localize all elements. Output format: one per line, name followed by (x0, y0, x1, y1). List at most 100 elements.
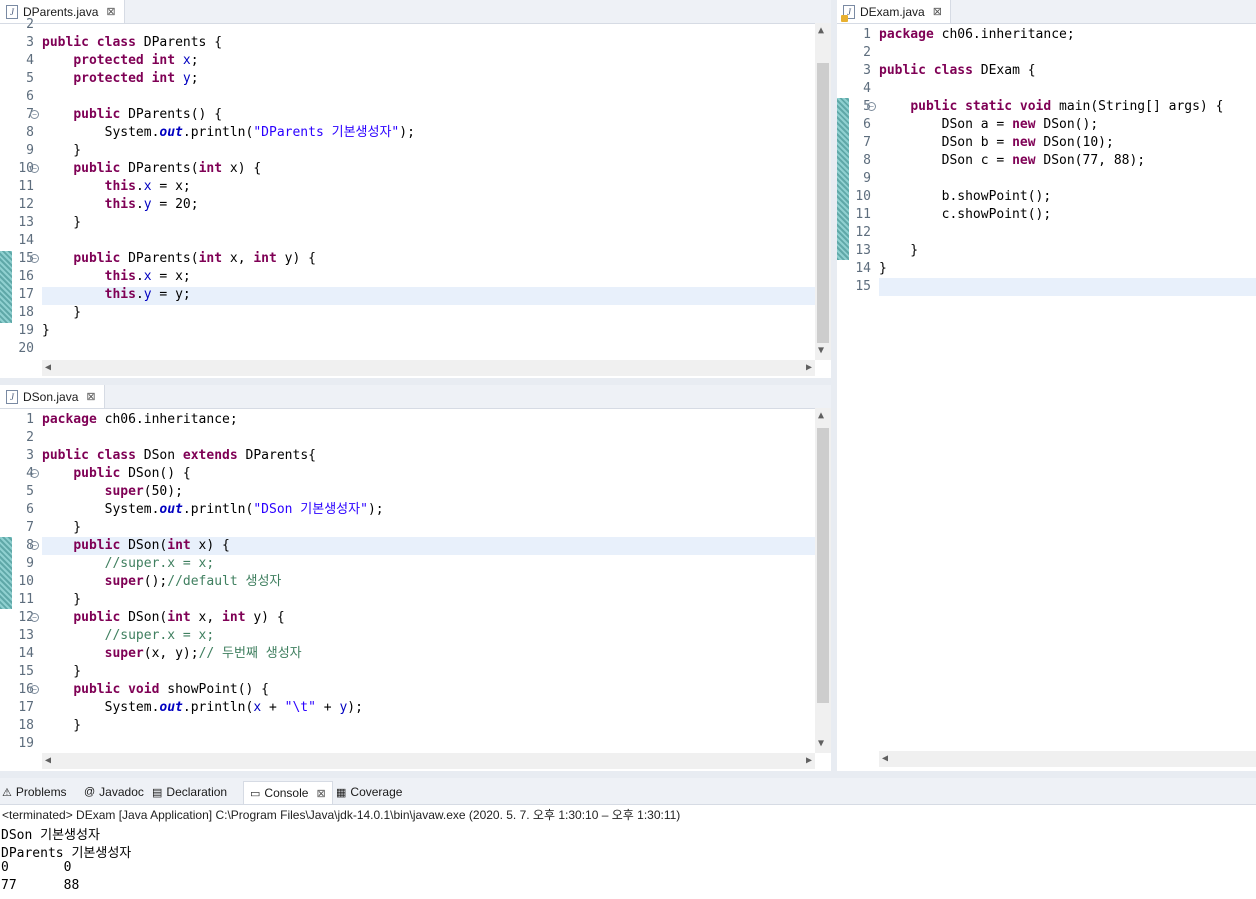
code-line[interactable]: this.x = x; (42, 178, 191, 196)
code-line[interactable]: super();//default 생성자 (42, 573, 282, 591)
code-line[interactable]: } (42, 519, 81, 537)
fold-toggle-icon[interactable]: − (30, 254, 39, 263)
code-editor-dson[interactable]: ▲ ▼ ◀ ▶ 1 package ch06.inheritance; 2 3 publ… (0, 408, 831, 771)
fold-toggle-icon[interactable]: − (30, 613, 39, 622)
code-line[interactable]: DSon a = new DSon(); (879, 116, 1099, 134)
scroll-down-icon[interactable]: ▼ (818, 345, 824, 356)
line-number: 5 (26, 484, 34, 499)
fold-toggle-icon[interactable]: − (30, 164, 39, 173)
vertical-scrollbar[interactable]: ▲ ▼ (815, 408, 831, 753)
line-number: 13 (18, 628, 34, 643)
code-line[interactable]: package ch06.inheritance; (42, 411, 238, 429)
code-line[interactable]: public DSon() { (42, 465, 190, 483)
fold-toggle-icon[interactable]: − (30, 469, 39, 478)
code-line[interactable]: //super.x = x; (42, 627, 215, 645)
tab-label: DExam.java (860, 4, 925, 19)
line-number: 15 (18, 251, 34, 266)
console-output-line: 77 88 (1, 878, 80, 893)
code-line[interactable]: } (42, 214, 81, 232)
code-line[interactable]: } (879, 242, 918, 260)
tab-javadoc[interactable]: @ Javadoc (84, 781, 144, 803)
scroll-up-icon[interactable]: ▲ (818, 25, 824, 36)
code-line[interactable]: package ch06.inheritance; (879, 26, 1075, 44)
code-line[interactable]: } (42, 322, 50, 340)
code-line[interactable]: DSon c = new DSon(77, 88); (879, 152, 1146, 170)
horizontal-scrollbar[interactable]: ◀ ▶ (42, 753, 815, 769)
code-line[interactable]: c.showPoint(); (879, 206, 1052, 224)
code-line[interactable]: DSon b = new DSon(10); (879, 134, 1114, 152)
code-line[interactable]: System.out.println("DSon 기본생성자"); (42, 501, 384, 519)
tab-console[interactable]: ▭ Console ⊠ (243, 781, 333, 804)
code-line[interactable]: } (42, 717, 81, 735)
code-line[interactable]: public DSon(int x) { (42, 537, 230, 555)
vertical-scrollbar[interactable]: ▲ ▼ (815, 23, 831, 360)
code-line[interactable]: public DParents(int x) { (42, 160, 261, 178)
line-number: 15 (855, 279, 871, 294)
code-line[interactable]: public void showPoint() { (42, 681, 269, 699)
code-line[interactable]: } (42, 591, 81, 609)
scroll-left-icon[interactable]: ◀ (45, 362, 51, 373)
scroll-left-icon[interactable]: ◀ (882, 753, 888, 764)
code-line[interactable]: protected int y; (42, 70, 198, 88)
code-line[interactable]: //super.x = x; (42, 555, 215, 573)
tab-dson[interactable]: J DSon.java ⊠ (0, 385, 105, 408)
fold-toggle-icon[interactable]: − (30, 541, 39, 550)
code-line[interactable]: public class DSon extends DParents{ (42, 447, 316, 465)
code-line[interactable]: super(50); (42, 483, 183, 501)
code-line[interactable]: this.y = 20; (42, 196, 199, 214)
fold-toggle-icon[interactable]: − (30, 685, 39, 694)
line-number: 17 (18, 287, 34, 302)
code-line[interactable]: } (879, 260, 887, 278)
tab-coverage[interactable]: ▦ Coverage (336, 781, 402, 803)
line-number: 20 (18, 341, 34, 356)
code-line[interactable]: System.out.println(x + "\t" + y); (42, 699, 363, 717)
code-line[interactable]: } (42, 304, 81, 322)
line-number: 4 (26, 53, 34, 68)
scroll-thumb[interactable] (817, 428, 829, 703)
code-line[interactable]: public DParents(int x, int y) { (42, 250, 316, 268)
code-line[interactable]: public class DParents { (42, 34, 222, 52)
line-number: 11 (18, 592, 34, 607)
scroll-down-icon[interactable]: ▼ (818, 738, 824, 749)
code-line[interactable]: super(x, y);// 두번째 생성자 (42, 645, 302, 663)
code-line[interactable]: b.showPoint(); (879, 188, 1052, 206)
tab-dexam[interactable]: J DExam.java ⊠ (837, 0, 951, 23)
close-icon[interactable]: ⊠ (933, 5, 942, 18)
code-line[interactable]: public DSon(int x, int y) { (42, 609, 284, 627)
line-number: 3 (26, 35, 34, 50)
line-number: 11 (18, 179, 34, 194)
tab-label: Javadoc (99, 785, 144, 799)
code-line[interactable]: } (42, 142, 81, 160)
code-line[interactable]: System.out.println("DParents 기본생성자"); (42, 124, 415, 142)
close-icon[interactable]: ⊠ (106, 5, 115, 18)
close-icon[interactable]: ⊠ (86, 390, 95, 403)
code-line[interactable]: this.x = x; (42, 268, 191, 286)
horizontal-scrollbar[interactable]: ◀ ▶ (42, 360, 815, 376)
code-editor-dexam[interactable]: ◀ 1 package ch06.inheritance; 2 3 public cla… (837, 23, 1256, 771)
line-number: 10 (18, 161, 34, 176)
code-line[interactable]: public class DExam { (879, 62, 1036, 80)
tab-problems[interactable]: ⚠ Problems (2, 781, 67, 803)
code-editor-dparents[interactable]: ▲ ▼ ◀ ▶ 2 3 public class DParents {4 prote… (0, 17, 831, 378)
line-number: 6 (26, 89, 34, 104)
horizontal-scrollbar[interactable]: ◀ (879, 751, 1256, 767)
code-line[interactable]: public static void main(String[] args) { (879, 98, 1223, 116)
scroll-right-icon[interactable]: ▶ (806, 755, 812, 766)
fold-toggle-icon[interactable]: − (867, 102, 876, 111)
line-number: 14 (18, 233, 34, 248)
problems-icon: ⚠ (2, 786, 12, 799)
code-line[interactable]: protected int x; (42, 52, 198, 70)
scroll-right-icon[interactable]: ▶ (806, 362, 812, 373)
console-output-line: 0 0 (1, 860, 72, 875)
close-icon[interactable]: ⊠ (316, 787, 325, 800)
code-line[interactable]: } (42, 663, 81, 681)
scroll-left-icon[interactable]: ◀ (45, 755, 51, 766)
code-line[interactable]: this.y = y; (42, 286, 191, 304)
tab-declaration[interactable]: ▤ Declaration (152, 781, 227, 803)
scroll-up-icon[interactable]: ▲ (818, 410, 824, 421)
code-line[interactable]: public DParents() { (42, 106, 222, 124)
scroll-thumb[interactable] (817, 63, 829, 343)
fold-toggle-icon[interactable]: − (30, 110, 39, 119)
line-number: 15 (18, 664, 34, 679)
tab-label: Declaration (166, 785, 228, 799)
